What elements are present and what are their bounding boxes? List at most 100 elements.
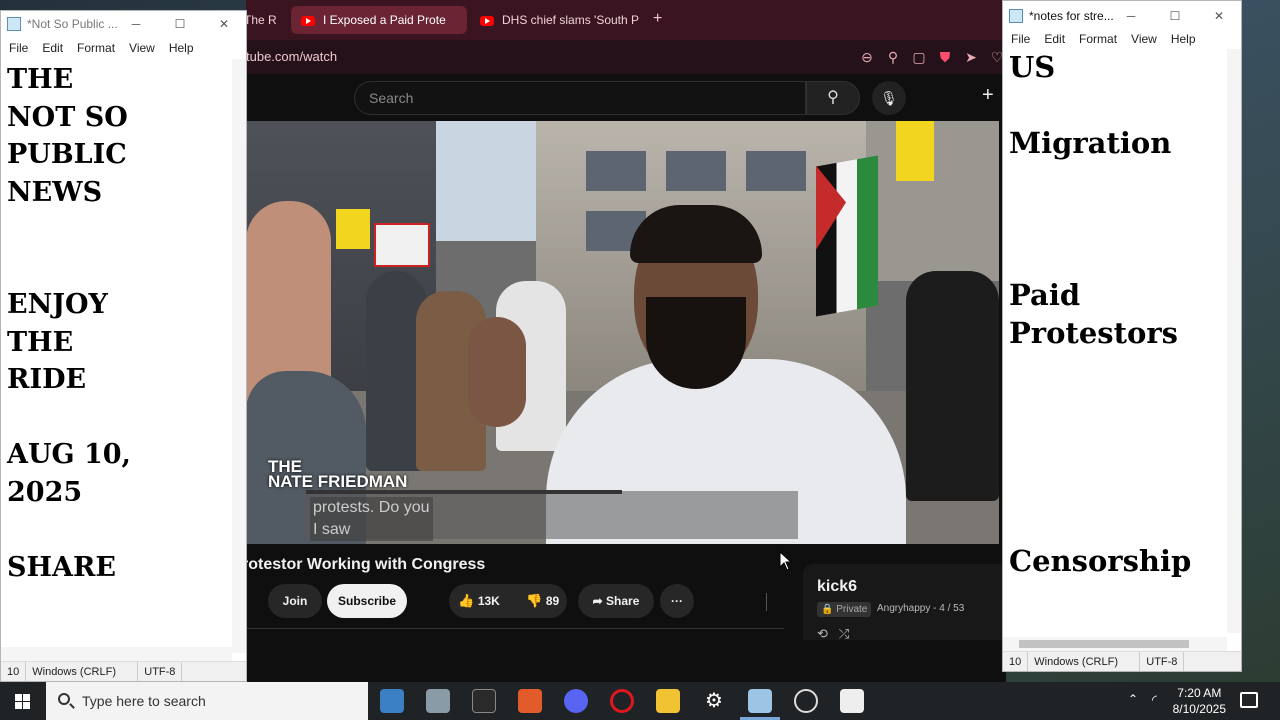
playlist-panel[interactable]: kick6 🔒 Private Angryhappy - 4 / 53 ⟲ ⤮ [803, 564, 1006, 641]
tab-active-video[interactable]: I Exposed a Paid Prote [291, 6, 467, 34]
text-line [1009, 200, 1225, 238]
obs-icon[interactable] [794, 689, 818, 713]
tab-label: I Exposed a Paid Prote [323, 13, 446, 27]
text-line [7, 511, 230, 549]
settings-gear-icon[interactable]: ⚙ [702, 689, 726, 713]
search-input[interactable]: Search [354, 81, 806, 115]
zoom-out-icon[interactable]: ⊖ [858, 48, 876, 66]
close-button[interactable]: ✕ [1197, 3, 1241, 29]
video-crowd-person [906, 271, 999, 501]
caption-line: protests. Do you [313, 499, 430, 516]
browser-window: The R I Exposed a Paid Prote DHS chief s… [242, 0, 1006, 682]
new-tab-button[interactable]: + [653, 10, 662, 28]
status-bar: 10 Windows (CRLF) UTF-8 [1, 661, 246, 681]
status-encoding: UTF-8 [1140, 652, 1185, 671]
video-watermark: THE NATE FRIEDMAN [268, 458, 407, 490]
vertical-scrollbar[interactable] [232, 59, 246, 653]
menu-file[interactable]: File [1011, 28, 1030, 50]
shield-icon[interactable]: ⛊ [936, 48, 954, 66]
close-button[interactable]: ✕ [202, 11, 246, 37]
loop-icon[interactable]: ⟲ [817, 626, 828, 641]
clock[interactable]: 7:20 AM 8/10/2025 [1173, 685, 1226, 717]
divider [246, 628, 784, 629]
tab-partial[interactable]: The R [244, 6, 288, 34]
status-encoding: UTF-8 [138, 662, 183, 681]
tab-label: The R [244, 13, 277, 27]
menu-view[interactable]: View [129, 37, 155, 59]
screenshot-icon[interactable]: ▢ [910, 48, 928, 66]
minimize-button[interactable]: ─ [1109, 3, 1153, 29]
tray-chevron-icon[interactable]: ⌃ [1128, 692, 1138, 706]
text-area[interactable]: US Migration Paid Protestors Censorship [1009, 48, 1225, 580]
maximize-button[interactable]: ☐ [1153, 3, 1197, 29]
horizontal-scrollbar[interactable] [1, 647, 232, 661]
search-placeholder: Type here to search [82, 693, 206, 709]
video-window [666, 151, 726, 191]
notepad-app-icon[interactable] [426, 689, 450, 713]
tab-dhs-news[interactable]: DHS chief slams 'South P [470, 6, 648, 34]
text-line: AUG 10, [7, 439, 131, 470]
x-app-icon[interactable] [472, 689, 496, 713]
file-explorer-icon[interactable] [656, 689, 680, 713]
youtube-icon [301, 15, 315, 26]
window-controls: ─ ☐ ✕ [114, 11, 246, 37]
thumbs-down-icon: 👎 [526, 593, 543, 608]
playlist-title: kick6 [817, 578, 858, 595]
status-line-ending: Windows (CRLF) [1028, 652, 1141, 671]
text-line: 2025 [7, 476, 83, 508]
menu-edit[interactable]: Edit [1044, 28, 1065, 50]
network-icon[interactable]: ◜ [1152, 692, 1157, 708]
text-line [1009, 428, 1225, 466]
like-separator [766, 593, 767, 611]
video-progress[interactable] [306, 490, 622, 494]
video-window [746, 151, 806, 191]
share-icon: ➦ [592, 594, 607, 608]
share-button[interactable]: ➦ Share [578, 584, 654, 618]
minimize-button[interactable]: ─ [114, 11, 158, 37]
join-button[interactable]: Join [268, 584, 322, 618]
video-player[interactable]: THE NATE FRIEDMAN protests. Do you I saw [246, 121, 999, 544]
dislike-button[interactable]: 👎 89 [526, 593, 559, 609]
video-sign [336, 209, 370, 249]
subscribe-button[interactable]: Subscribe [327, 584, 407, 618]
menu-edit[interactable]: Edit [42, 37, 63, 59]
menu-bar: File Edit Format View Help [1, 37, 246, 59]
taskbar-search[interactable]: Type here to search [46, 682, 368, 720]
create-button[interactable]: + [982, 84, 994, 107]
menu-file[interactable]: File [9, 37, 28, 59]
notepad-active-icon[interactable] [748, 689, 772, 713]
discord-icon[interactable] [564, 689, 588, 713]
windows-logo-pane [15, 702, 22, 709]
menu-format[interactable]: Format [77, 37, 115, 59]
search-button[interactable]: ⚲ [806, 81, 860, 115]
vertical-scrollbar[interactable] [1227, 49, 1241, 633]
scrollbar-thumb[interactable] [1019, 640, 1189, 648]
notification-icon[interactable] [1240, 692, 1258, 708]
cursor-arrow-icon [779, 550, 793, 571]
voice-search-button[interactable]: 🎙 [872, 81, 906, 115]
like-button[interactable]: 👍 13K [458, 593, 500, 609]
menu-help[interactable]: Help [1171, 28, 1196, 50]
start-button[interactable] [0, 682, 46, 720]
calculator-icon[interactable] [380, 689, 404, 713]
menu-view[interactable]: View [1131, 28, 1157, 50]
url-field[interactable]: tube.com/watch [246, 49, 337, 64]
caption-line: I saw [313, 521, 351, 538]
text-line: Paid [1009, 278, 1081, 312]
text-line [1009, 238, 1225, 276]
menu-format[interactable]: Format [1079, 28, 1117, 50]
pin-icon[interactable]: ⚲ [884, 48, 902, 66]
text-area[interactable]: THE NOT SO PUBLIC NEWS ENJOY THE RIDE AU… [7, 61, 230, 586]
windows-logo-pane [23, 702, 30, 709]
menu-help[interactable]: Help [169, 37, 194, 59]
privacy-label: Private [836, 604, 868, 615]
clock-date: 8/10/2025 [1172, 702, 1226, 716]
horizontal-scrollbar[interactable] [1003, 637, 1227, 651]
more-actions-button[interactable]: ··· [660, 584, 694, 618]
streamlabs-icon[interactable] [840, 689, 864, 713]
send-icon[interactable]: ➤ [962, 48, 980, 66]
maximize-button[interactable]: ☐ [158, 11, 202, 37]
brave-icon[interactable] [518, 689, 542, 713]
shuffle-icon[interactable]: ⤮ [839, 626, 849, 641]
opera-icon[interactable] [610, 689, 634, 713]
